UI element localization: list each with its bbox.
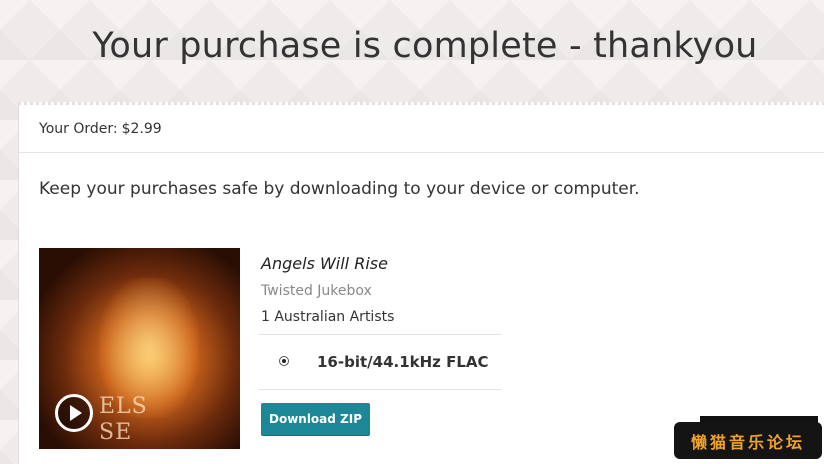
order-panel: Your Order: $2.99 Keep your purchases sa… xyxy=(18,102,824,464)
play-icon xyxy=(70,405,82,421)
watermark: 懒猫音乐论坛 xyxy=(674,422,822,459)
play-button[interactable] xyxy=(55,394,93,432)
cover-art-text-line2: SE xyxy=(99,420,133,445)
cover-art-text: ELS SE xyxy=(99,394,148,446)
cover-art-text-line1: ELS xyxy=(99,394,148,419)
format-radio[interactable] xyxy=(279,356,289,366)
order-label: Your Order: xyxy=(39,120,118,137)
order-total: $2.99 xyxy=(121,120,162,137)
page-title: Your purchase is complete - thankyou xyxy=(92,26,758,66)
artists-count: 1 Australian Artists xyxy=(261,309,395,325)
download-reminder: Keep your purchases safe by downloading … xyxy=(39,179,640,199)
format-label: 16-bit/44.1kHz FLAC xyxy=(317,353,489,371)
order-summary: Your Order: $2.99 xyxy=(19,105,824,153)
album-cover[interactable]: ELS SE xyxy=(39,248,240,449)
watermark-text: 懒猫音乐论坛 xyxy=(690,432,805,452)
album-artist[interactable]: Twisted Jukebox xyxy=(261,283,372,299)
album-title: Angels Will Rise xyxy=(261,254,388,273)
format-option[interactable]: 16-bit/44.1kHz FLAC xyxy=(259,334,501,390)
download-zip-button[interactable]: Download ZIP xyxy=(261,403,370,435)
